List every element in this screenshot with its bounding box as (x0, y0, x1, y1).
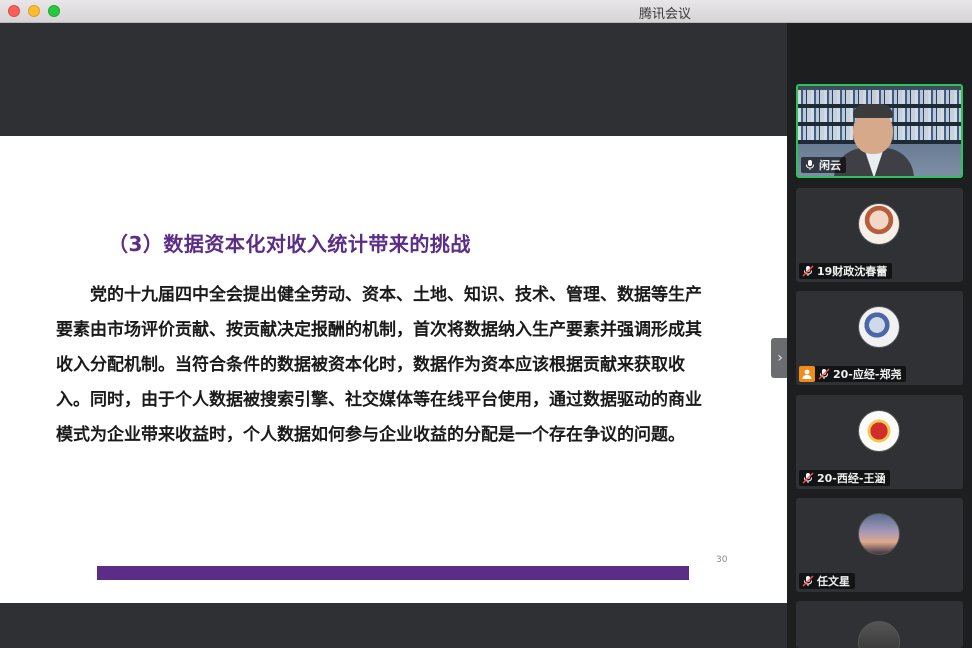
microphone-muted-icon (802, 472, 814, 484)
maximize-window-button[interactable] (48, 5, 60, 17)
shared-screen-area: （3）数据资本化对收入统计带来的挑战 党的十九届四中全会提出健全劳动、资本、土地… (0, 23, 787, 648)
slide-footer-bar (97, 566, 689, 580)
participant-tile[interactable]: 任文星 (796, 498, 963, 592)
close-window-button[interactable] (8, 5, 20, 17)
participant-tile-partial[interactable] (796, 601, 963, 648)
slide-title: （3）数据资本化对收入统计带来的挑战 (108, 232, 471, 256)
slide-paragraph: 党的十九届四中全会提出健全劳动、资本、土地、知识、技术、管理、数据等生产要素由市… (56, 285, 702, 445)
avatar (858, 621, 900, 648)
participant-name-tag: 闲云 (801, 157, 846, 173)
microphone-muted-icon (802, 575, 814, 587)
window-title: 腾讯会议 (638, 7, 691, 22)
participant-tile[interactable]: 20-西经-王涵 (796, 395, 963, 489)
minimize-window-button[interactable] (28, 5, 40, 17)
presentation-slide: （3）数据资本化对收入统计带来的挑战 党的十九届四中全会提出健全劳动、资本、土地… (0, 136, 787, 603)
participant-tile[interactable]: 20-应经-郑尧 (796, 291, 963, 385)
avatar (858, 203, 900, 245)
participant-name: 20-西经-王涵 (817, 472, 886, 485)
participant-tile[interactable]: 闲云 (796, 84, 963, 178)
participant-name-tag: 20-应经-郑尧 (799, 366, 907, 382)
microphone-muted-icon (802, 265, 814, 277)
avatar (858, 410, 900, 452)
participant-name-tag: 19财政沈春蕾 (799, 263, 893, 279)
microphone-muted-icon (818, 368, 830, 380)
window-titlebar: 腾讯会议 (0, 0, 972, 23)
avatar (858, 513, 900, 555)
chevron-right-icon: › (777, 350, 783, 366)
participant-name: 任文星 (817, 575, 850, 588)
slide-body: 党的十九届四中全会提出健全劳动、资本、土地、知识、技术、管理、数据等生产要素由市… (56, 278, 716, 453)
participant-name-tag: 任文星 (799, 573, 855, 589)
participant-sidebar[interactable]: 闲云 19财政沈春蕾 20-应经-郑尧 20-西经-王涵 任文星 (787, 23, 972, 648)
slide-page-number: 30 (716, 555, 728, 565)
host-icon (799, 366, 815, 382)
participant-name: 闲云 (819, 159, 841, 172)
participant-name: 19财政沈春蕾 (817, 265, 888, 278)
avatar (858, 306, 900, 348)
participant-tile[interactable]: 19财政沈春蕾 (796, 188, 963, 282)
participant-name-tag: 20-西经-王涵 (799, 470, 891, 486)
microphone-icon (804, 159, 816, 171)
participant-name: 20-应经-郑尧 (833, 368, 902, 381)
